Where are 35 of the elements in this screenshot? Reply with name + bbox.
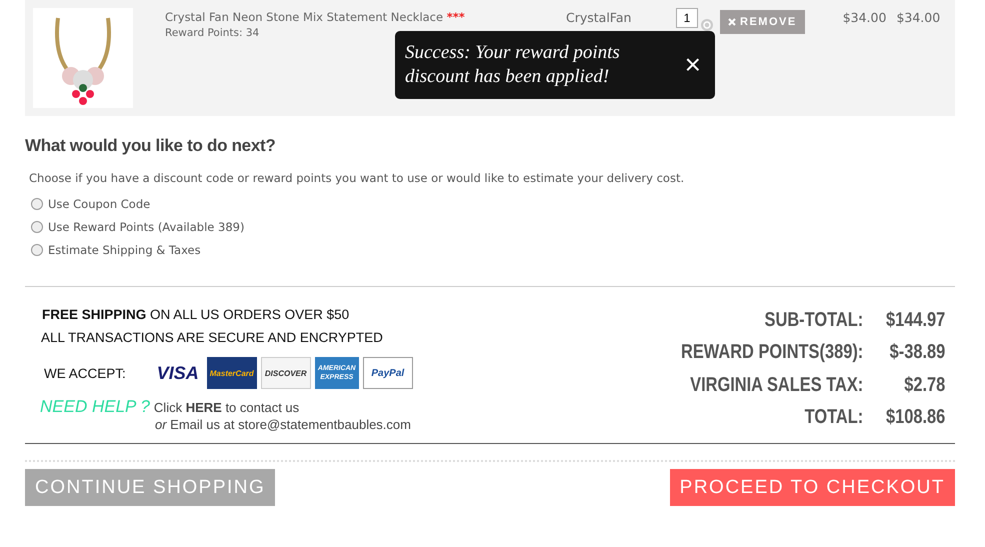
help-label: NEED HELP ? <box>40 397 150 417</box>
payment-logo: MasterCard <box>206 357 257 389</box>
radio-option[interactable]: Estimate Shipping & Taxes <box>31 241 955 259</box>
reward-points: Reward Points: 34 <box>165 27 260 39</box>
payment-logo: DISCOVER <box>260 357 311 389</box>
total-value: $108.86 <box>884 406 945 430</box>
product-model: CrystalFan <box>566 9 632 25</box>
close-icon <box>728 18 736 26</box>
radio-option[interactable]: Use Reward Points (Available 389) <box>31 218 955 236</box>
refresh-icon[interactable] <box>700 18 714 32</box>
radio-button[interactable] <box>31 244 43 256</box>
accept-label: WE ACCEPT: <box>44 366 126 380</box>
unit-price: $34.00 <box>842 9 886 25</box>
total-value: $2.78 <box>902 374 945 398</box>
payment-logo: PayPal <box>362 357 413 389</box>
total-label: TOTAL: <box>803 406 863 430</box>
toast-message: Success: Your reward points discount has been applied! <box>405 41 621 89</box>
total-label: REWARD POINTS(389): <box>680 341 863 366</box>
total-value: $-38.89 <box>888 341 945 366</box>
total-value: $144.97 <box>884 309 945 333</box>
help-text: Click HERE to contact us <box>154 400 300 415</box>
quantity-field[interactable]: 1 <box>676 8 698 28</box>
email-text: or Email us at store@statementbaubles.com <box>155 417 412 432</box>
total-label: VIRGINIA SALES TAX: <box>688 374 863 398</box>
security-notice: ALL TRANSACTIONS ARE SECURE AND ENCRYPTED <box>41 330 384 345</box>
shipping-notice: FREE SHIPPING ON ALL US ORDERS OVER $50 <box>42 307 350 322</box>
radio-button[interactable] <box>31 198 43 210</box>
section-heading: What would you like to do next? <box>25 136 276 156</box>
close-button[interactable]: × <box>680 49 705 81</box>
radio-option[interactable]: Use Coupon Code <box>31 195 955 213</box>
radio-button[interactable] <box>31 221 43 233</box>
line-total: $34.00 <box>896 9 940 25</box>
total-label: SUB-TOTAL: <box>763 309 863 333</box>
section-description: Choose if you have a discount code or reward points you want to use or would like to estimate your delivery cost. <box>29 171 686 185</box>
product-name[interactable]: Crystal Fan Neon Stone Mix Statement Necklace *** <box>165 10 565 24</box>
